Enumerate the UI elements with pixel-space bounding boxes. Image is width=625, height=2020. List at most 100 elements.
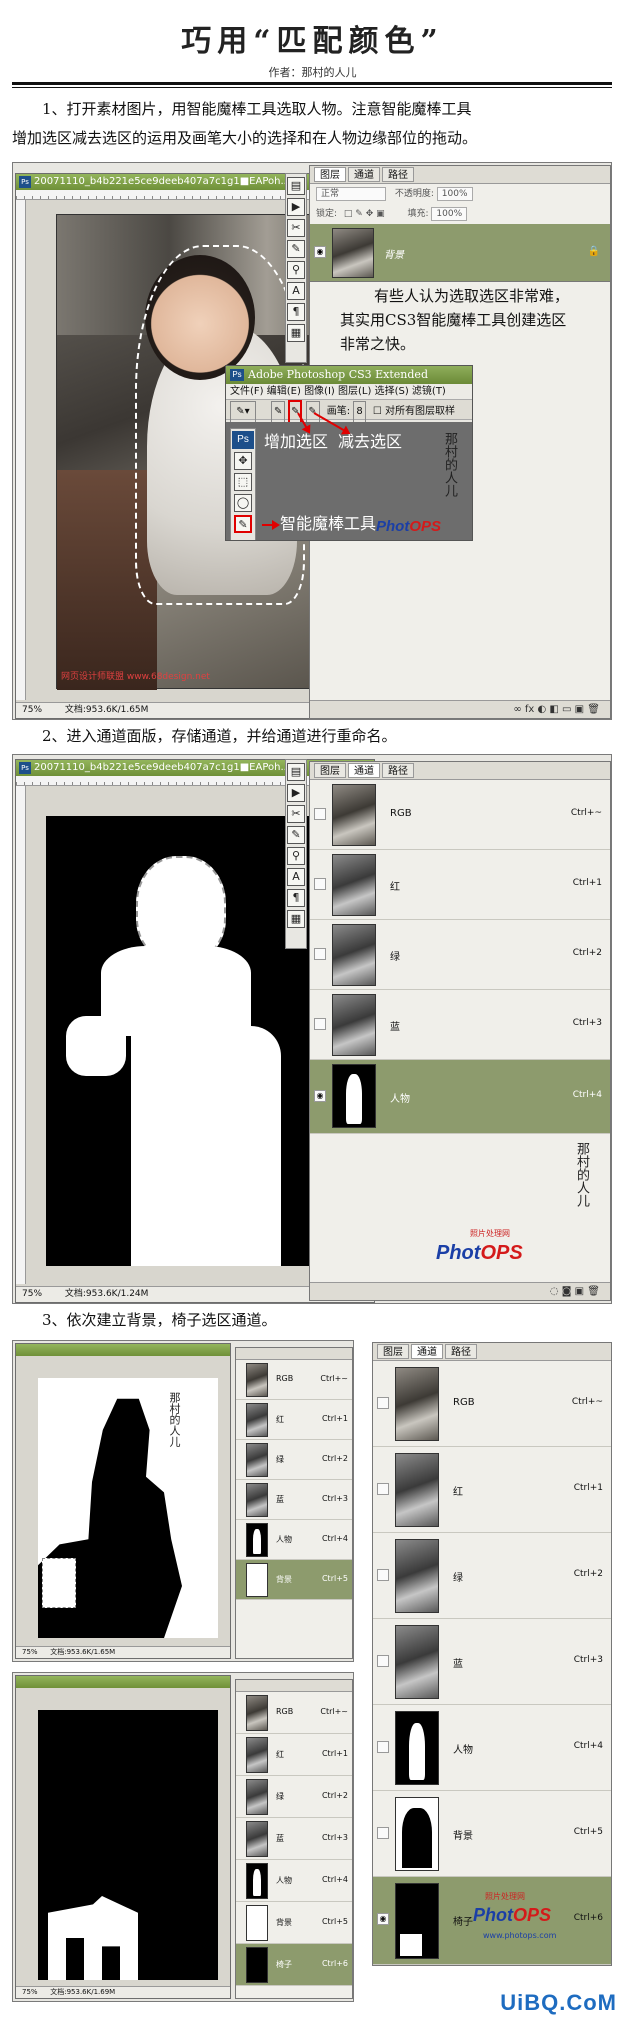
clone-source-icon-2[interactable]: ⚲ [287, 847, 305, 865]
thumb-silhouette [402, 1808, 432, 1868]
channels-footer-icons[interactable]: ◌ ◙ ▣ 🗑 [310, 1282, 610, 1300]
channel-name: 绿 [276, 1455, 284, 1464]
tool-preset-icon[interactable]: ✎▾ [230, 401, 256, 423]
visibility-eye-icon[interactable] [314, 1018, 326, 1030]
channel-row[interactable]: 绿 Ctrl+2 [310, 920, 610, 990]
channel-row[interactable]: 蓝 Ctrl+3 [373, 1619, 611, 1705]
document-window-3b[interactable]: 75% 文档:953.6K/1.69M [15, 1675, 231, 1999]
channel-row[interactable]: 背景 Ctrl+5 [236, 1902, 352, 1944]
menu-edit[interactable]: 编辑(E) [267, 386, 301, 397]
paragraph-icon-2[interactable]: ¶ [287, 889, 305, 907]
channel-row[interactable]: 背景 Ctrl+5 [373, 1791, 611, 1877]
document-window-3a[interactable]: 那村的人儿 75% 文档:953.6K/1.65M [15, 1343, 231, 1659]
visibility-eye-icon[interactable] [377, 1483, 389, 1495]
visibility-eye-icon[interactable] [377, 1827, 389, 1839]
menu-image[interactable]: 图像(I) [304, 386, 335, 397]
clone-source-icon[interactable]: ⚲ [287, 261, 305, 279]
menu-layer[interactable]: 图层(L) [338, 386, 371, 397]
fill-input[interactable]: 100% [431, 206, 468, 221]
visibility-eye-icon[interactable]: ◉ [377, 1913, 389, 1925]
layer-row-background[interactable]: ◉ 背景 🔒 [310, 224, 610, 282]
background-channel-canvas[interactable]: 那村的人儿 [38, 1378, 218, 1638]
layer-comps-icon[interactable]: ▦ [287, 324, 305, 342]
brushes-icon[interactable]: ✎ [287, 240, 305, 258]
lock-icons[interactable]: □ ✎ ✥ ▣ [344, 209, 385, 219]
sample-all-checkbox[interactable]: ☐ [373, 406, 382, 417]
channel-row[interactable]: 蓝 Ctrl+3 [236, 1480, 352, 1520]
channel-row-active[interactable]: 背景 Ctrl+5 [236, 1560, 352, 1600]
brush-size[interactable]: 8 [353, 401, 366, 423]
actions-icon[interactable]: ▶ [287, 198, 305, 216]
channel-row[interactable]: 绿 Ctrl+2 [236, 1440, 352, 1480]
chair-channel-canvas[interactable] [38, 1710, 218, 1980]
blend-mode-select[interactable]: 正常 [316, 186, 386, 201]
tab-paths-2[interactable]: 路径 [382, 763, 414, 778]
panel-tabs: 图层 通道 路径 [310, 166, 610, 184]
tab-layers[interactable]: 图层 [314, 167, 346, 182]
channel-row[interactable]: 蓝 Ctrl+3 [310, 990, 610, 1060]
tab-paths[interactable]: 路径 [382, 167, 414, 182]
menu-filter[interactable]: 滤镜(T) [412, 386, 446, 397]
document-titlebar-3b[interactable] [16, 1676, 230, 1688]
tab-paths-3[interactable]: 路径 [445, 1344, 477, 1359]
channel-row-active[interactable]: ◉ 人物 Ctrl+4 [310, 1060, 610, 1134]
move-tool-icon[interactable]: ✥ [234, 452, 252, 470]
visibility-eye-icon[interactable] [377, 1569, 389, 1581]
visibility-eye-icon[interactable] [314, 878, 326, 890]
zoom-level-3b[interactable]: 75% [22, 1987, 48, 1998]
channel-row[interactable]: 红 Ctrl+1 [236, 1400, 352, 1440]
visibility-eye-icon[interactable] [377, 1741, 389, 1753]
channel-row[interactable]: 绿 Ctrl+2 [236, 1776, 352, 1818]
visibility-eye-icon[interactable] [314, 808, 326, 820]
channel-row[interactable]: 蓝 Ctrl+3 [236, 1818, 352, 1860]
channel-row[interactable]: 人物 Ctrl+4 [373, 1705, 611, 1791]
visibility-eye-icon[interactable]: ◉ [314, 246, 326, 258]
new-selection-icon[interactable]: ✎ [271, 401, 286, 423]
character-icon-2[interactable]: A [287, 868, 305, 886]
visibility-eye-icon[interactable] [377, 1397, 389, 1409]
tab-channels[interactable]: 通道 [348, 167, 380, 182]
channel-row[interactable]: 人物 Ctrl+4 [236, 1860, 352, 1902]
quick-selection-tool-icon[interactable]: ✎ [234, 515, 252, 533]
zoom-level[interactable]: 75% [22, 703, 62, 718]
smart-wand-annotation: 智能魔棒工具 [280, 514, 377, 533]
channel-row[interactable]: RGB Ctrl+~ [373, 1361, 611, 1447]
channel-row[interactable]: 人物 Ctrl+4 [236, 1520, 352, 1560]
zoom-level-3a[interactable]: 75% [22, 1647, 48, 1658]
actions-icon-2[interactable]: ▶ [287, 784, 305, 802]
lasso-tool-icon[interactable]: ◯ [234, 494, 252, 512]
menu-select[interactable]: 选择(S) [375, 386, 409, 397]
channel-row[interactable]: 红 Ctrl+1 [236, 1734, 352, 1776]
visibility-eye-icon[interactable] [377, 1655, 389, 1667]
tool-presets-icon-2[interactable]: ✂ [287, 805, 305, 823]
history-icon-2[interactable]: ▤ [287, 763, 305, 781]
visibility-eye-icon[interactable] [314, 948, 326, 960]
visibility-eye-icon[interactable]: ◉ [314, 1090, 326, 1102]
channel-row-active[interactable]: ◉ 椅子 Ctrl+6 照片处理网 PhotOPS www.photops.co… [373, 1877, 611, 1965]
zoom-level-2[interactable]: 75% [22, 1287, 62, 1302]
opacity-input[interactable]: 100% [436, 186, 473, 201]
tool-presets-icon[interactable]: ✂ [287, 219, 305, 237]
document-titlebar-3a[interactable] [16, 1344, 230, 1356]
paragraph-icon[interactable]: ¶ [287, 303, 305, 321]
panel-footer-icons[interactable]: ∞ fx ◐ ◧ ▭ ▣ 🗑 [310, 700, 610, 718]
channel-row[interactable]: 红 Ctrl+1 [310, 850, 610, 920]
channel-row[interactable]: 红 Ctrl+1 [373, 1447, 611, 1533]
channel-row[interactable]: 绿 Ctrl+2 [373, 1533, 611, 1619]
step2-text: 2、进入通道面版，存储通道，并给通道进行重命名。 [42, 727, 397, 745]
brushes-icon-2[interactable]: ✎ [287, 826, 305, 844]
tab-channels-2[interactable]: 通道 [348, 763, 380, 778]
channel-row-active[interactable]: 椅子 Ctrl+6 [236, 1944, 352, 1986]
marquee-tool-icon[interactable]: ⬚ [234, 473, 252, 491]
history-icon[interactable]: ▤ [287, 177, 305, 195]
layer-comps-icon-2[interactable]: ▦ [287, 910, 305, 928]
subtract-selection-icon[interactable]: ✎ [305, 401, 320, 423]
character-icon[interactable]: A [287, 282, 305, 300]
tab-channels-3[interactable]: 通道 [411, 1344, 443, 1359]
tab-layers-3[interactable]: 图层 [377, 1344, 409, 1359]
channel-row[interactable]: RGB Ctrl+~ [236, 1360, 352, 1400]
channel-row[interactable]: RGB Ctrl+~ [310, 780, 610, 850]
channel-row[interactable]: RGB Ctrl+~ [236, 1692, 352, 1734]
menu-file[interactable]: 文件(F) [230, 386, 264, 397]
tab-layers-2[interactable]: 图层 [314, 763, 346, 778]
